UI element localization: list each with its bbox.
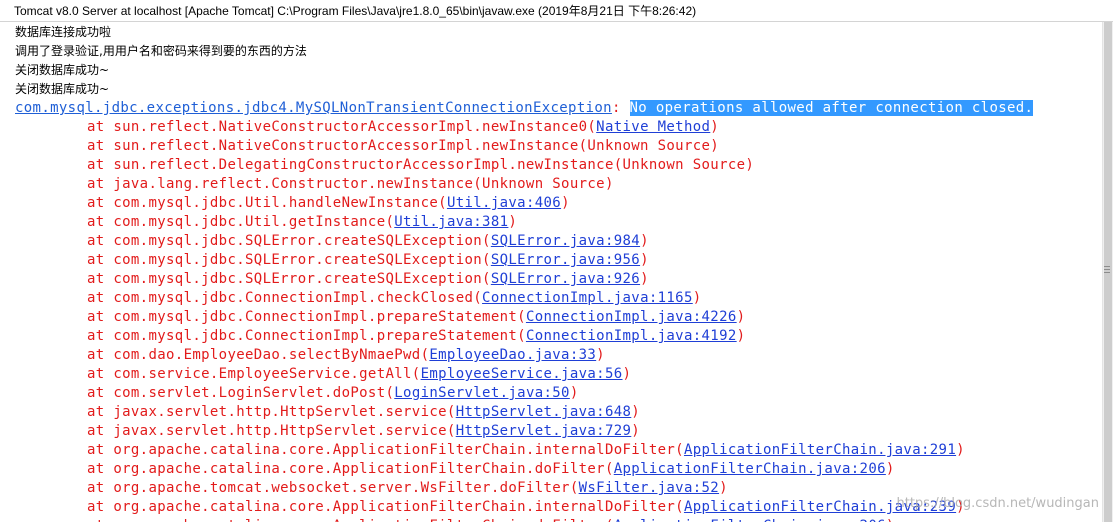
stack-frame: at com.mysql.jdbc.ConnectionImpl.checkCl… bbox=[15, 289, 1102, 308]
stack-frame: at com.mysql.jdbc.Util.handleNewInstance… bbox=[15, 194, 1102, 213]
stack-frame-method: at org.apache.tomcat.websocket.server.Ws… bbox=[87, 480, 579, 496]
stack-frame-paren: ) bbox=[710, 119, 720, 135]
stack-frame-paren: ) bbox=[956, 442, 965, 458]
stack-frame-paren: ) bbox=[640, 252, 649, 268]
scrollbar-grip-icon bbox=[1104, 269, 1110, 270]
stack-frame-source-link[interactable]: ApplicationFilterChain.java:206 bbox=[614, 518, 886, 522]
stack-frame: at java.lang.reflect.Constructor.newInst… bbox=[15, 175, 1102, 194]
stack-frame: at com.mysql.jdbc.SQLError.createSQLExce… bbox=[15, 232, 1102, 251]
watermark: https://blog.csdn.net/wudingan bbox=[896, 496, 1100, 511]
stack-frame-method: at com.mysql.jdbc.ConnectionImpl.prepare… bbox=[87, 328, 526, 344]
stack-frame-method: at com.mysql.jdbc.SQLError.createSQLExce… bbox=[87, 271, 491, 287]
stack-frame-method: at com.mysql.jdbc.ConnectionImpl.prepare… bbox=[87, 309, 526, 325]
console-output[interactable]: 数据库连接成功啦 调用了登录验证,用用户名和密码来得到要的东西的方法 关闭数据库… bbox=[0, 22, 1102, 522]
exception-class-link[interactable]: com.mysql.jdbc.exceptions.jdbc4.MySQLNon… bbox=[15, 100, 612, 116]
console-title: Tomcat v8.0 Server at localhost [Apache … bbox=[0, 0, 1113, 22]
scrollbar-grip-icon bbox=[1104, 272, 1110, 273]
scrollbar-grip-icon bbox=[1104, 266, 1110, 267]
stack-frame-paren: ) bbox=[885, 461, 895, 477]
stack-frame-method: at sun.reflect.DelegatingConstructorAcce… bbox=[87, 157, 755, 173]
stack-frame: at com.mysql.jdbc.SQLError.createSQLExce… bbox=[15, 270, 1102, 289]
stack-frame-source-link[interactable]: SQLError.java:956 bbox=[491, 252, 640, 268]
stack-frame-source-link[interactable]: ConnectionImpl.java:1165 bbox=[482, 290, 693, 306]
stack-frame-method: at org.apache.catalina.core.ApplicationF… bbox=[87, 499, 684, 515]
stack-frame-source-link[interactable]: HttpServlet.java:648 bbox=[456, 404, 632, 420]
stack-frame-source-link[interactable]: ConnectionImpl.java:4192 bbox=[526, 328, 737, 344]
console-info-line: 关闭数据库成功~ bbox=[15, 63, 110, 77]
exception-message: No operations allowed after connection c… bbox=[629, 100, 1034, 116]
console-info-line: 关闭数据库成功~ bbox=[15, 82, 110, 96]
stack-frame-paren: ) bbox=[508, 214, 518, 230]
stack-frame-paren: ) bbox=[640, 271, 649, 287]
stack-frame-method: at sun.reflect.NativeConstructorAccessor… bbox=[87, 119, 597, 135]
stack-frame-method: at javax.servlet.http.HttpServlet.servic… bbox=[87, 404, 456, 420]
stack-frame: at com.mysql.jdbc.Util.getInstance(Util.… bbox=[15, 213, 1102, 232]
stack-frame-paren: ) bbox=[631, 423, 641, 439]
stack-frame-paren: ) bbox=[736, 309, 746, 325]
stack-frame-paren: ) bbox=[631, 404, 641, 420]
stack-frame-paren: ) bbox=[640, 233, 649, 249]
stack-frame: at com.mysql.jdbc.SQLError.createSQLExce… bbox=[15, 251, 1102, 270]
stack-frame-method: at com.mysql.jdbc.SQLError.createSQLExce… bbox=[87, 252, 491, 268]
stack-frame-source-link[interactable]: Util.java:381 bbox=[394, 214, 508, 230]
stack-frame-paren: ) bbox=[596, 347, 605, 363]
stack-frame: at sun.reflect.DelegatingConstructorAcce… bbox=[15, 156, 1102, 175]
stack-frame-method: at javax.servlet.http.HttpServlet.servic… bbox=[87, 423, 456, 439]
stack-frame-method: at org.apache.catalina.core.ApplicationF… bbox=[87, 461, 614, 477]
stack-frame: at javax.servlet.http.HttpServlet.servic… bbox=[15, 422, 1102, 441]
stack-frame-source-link[interactable]: LoginServlet.java:50 bbox=[394, 385, 570, 401]
stack-frame: at javax.servlet.http.HttpServlet.servic… bbox=[15, 403, 1102, 422]
stack-frame-paren: ) bbox=[561, 195, 570, 211]
scrollbar-thumb[interactable] bbox=[1104, 22, 1112, 522]
exception-separator: : bbox=[611, 100, 630, 116]
stack-frame-method: at com.mysql.jdbc.Util.getInstance( bbox=[87, 214, 395, 230]
stack-frame-source-link[interactable]: SQLError.java:926 bbox=[491, 271, 640, 287]
stack-frame: at com.service.EmployeeService.getAll(Em… bbox=[15, 365, 1102, 384]
stack-frame-source-link[interactable]: HttpServlet.java:729 bbox=[456, 423, 632, 439]
stack-frame-source-link[interactable]: ApplicationFilterChain.java:291 bbox=[684, 442, 956, 458]
stack-frame-method: at org.apache.catalina.core.ApplicationF… bbox=[87, 442, 684, 458]
stack-frame-method: at com.mysql.jdbc.Util.handleNewInstance… bbox=[87, 195, 447, 211]
stack-frame-paren: ) bbox=[569, 385, 579, 401]
stack-frame-paren: ) bbox=[886, 518, 895, 522]
stack-frame-source-link[interactable]: EmployeeService.java:56 bbox=[421, 366, 623, 382]
exception-line: com.mysql.jdbc.exceptions.jdbc4.MySQLNon… bbox=[15, 99, 1102, 118]
stack-frame-paren: ) bbox=[692, 290, 702, 306]
stack-frame: at org.apache.catalina.core.ApplicationF… bbox=[15, 441, 1102, 460]
stack-frame-paren: ) bbox=[736, 328, 746, 344]
console-info-line: 数据库连接成功啦 bbox=[15, 25, 112, 39]
stack-frame: at com.dao.EmployeeDao.selectByNmaePwd(E… bbox=[15, 346, 1102, 365]
stack-frame-method: at com.mysql.jdbc.SQLError.createSQLExce… bbox=[87, 233, 491, 249]
stack-frame: at com.servlet.LoginServlet.doPost(Login… bbox=[15, 384, 1102, 403]
stack-frame-method: at com.dao.EmployeeDao.selectByNmaePwd( bbox=[87, 347, 430, 363]
stack-frame: at com.mysql.jdbc.ConnectionImpl.prepare… bbox=[15, 308, 1102, 327]
console-info-line: 调用了登录验证,用用户名和密码来得到要的东西的方法 bbox=[15, 44, 307, 58]
stack-frame-method: at sun.reflect.NativeConstructorAccessor… bbox=[87, 138, 720, 154]
stack-frame-source-link[interactable]: WsFilter.java:52 bbox=[579, 480, 719, 496]
stack-frame-source-link[interactable]: Util.java:406 bbox=[447, 195, 561, 211]
stack-frame-source-link[interactable]: ConnectionImpl.java:4226 bbox=[526, 309, 737, 325]
stack-frame: at org.apache.catalina.core.ApplicationF… bbox=[15, 517, 1102, 522]
stack-frame: at org.apache.catalina.core.ApplicationF… bbox=[15, 460, 1102, 479]
stack-frame-method: at com.mysql.jdbc.ConnectionImpl.checkCl… bbox=[87, 290, 483, 306]
stack-frame-method: at com.servlet.LoginServlet.doPost( bbox=[87, 385, 395, 401]
stack-frame: at com.mysql.jdbc.ConnectionImpl.prepare… bbox=[15, 327, 1102, 346]
vertical-scrollbar[interactable] bbox=[1102, 22, 1113, 522]
stack-frame-source-link[interactable]: ApplicationFilterChain.java:206 bbox=[614, 461, 886, 477]
stack-frame-source-link[interactable]: SQLError.java:984 bbox=[491, 233, 640, 249]
stack-frame-source-link[interactable]: Native Method bbox=[596, 119, 710, 135]
stack-frame: at sun.reflect.NativeConstructorAccessor… bbox=[15, 118, 1102, 137]
stack-frame: at sun.reflect.NativeConstructorAccessor… bbox=[15, 137, 1102, 156]
stack-frame-method: at com.service.EmployeeService.getAll( bbox=[87, 366, 421, 382]
stack-frame-method: at org.apache.catalina.core.ApplicationF… bbox=[87, 518, 614, 522]
stack-frame-paren: ) bbox=[622, 366, 632, 382]
stack-frame-method: at java.lang.reflect.Constructor.newInst… bbox=[87, 176, 614, 192]
stack-frame-source-link[interactable]: EmployeeDao.java:33 bbox=[429, 347, 596, 363]
stack-frame-paren: ) bbox=[719, 480, 728, 496]
stack-trace: at sun.reflect.NativeConstructorAccessor… bbox=[15, 118, 1102, 522]
